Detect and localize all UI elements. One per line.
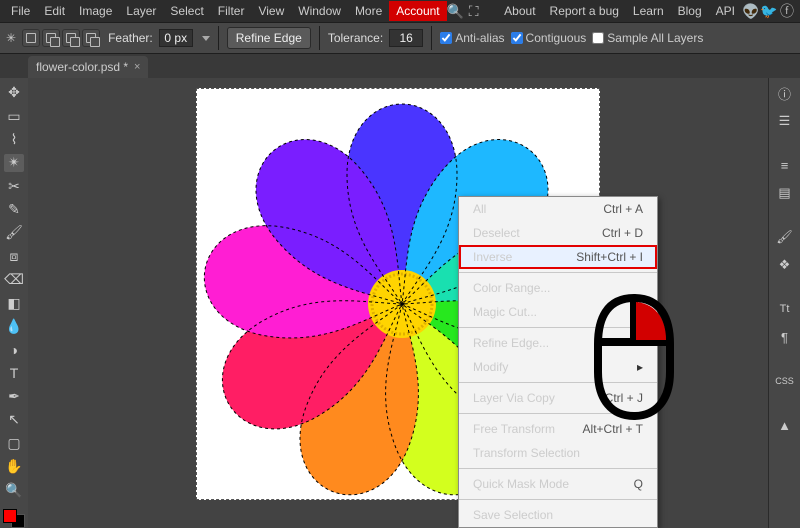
ctx-all[interactable]: AllCtrl + A [459,197,657,221]
type-icon[interactable]: Tt [775,300,795,318]
reddit-icon[interactable]: 👽 [742,3,760,20]
selmode-subtract-icon[interactable] [62,29,80,47]
adjust-icon[interactable]: ≡ [775,156,795,174]
info-icon[interactable]: ⓘ [775,84,795,102]
twitter-icon[interactable]: 🐦 [760,3,778,20]
selmode-intersect-icon[interactable] [82,29,100,47]
menu-select[interactable]: Select [163,1,210,21]
menu-image[interactable]: Image [72,1,119,21]
contiguous-check[interactable]: Contiguous [511,31,587,45]
menu-about[interactable]: About [497,1,542,21]
gradient-tool-icon[interactable]: ◧ [4,294,24,311]
layers-icon[interactable]: ❖ [775,256,795,274]
tab-document[interactable]: flower-color.psd * × [28,56,148,78]
feather-dropdown-icon[interactable] [202,36,210,41]
feather-input[interactable] [159,29,193,47]
menu-more[interactable]: More [348,1,389,21]
menu-bug[interactable]: Report a bug [543,1,626,21]
fg-color[interactable] [3,509,17,523]
brush-icon[interactable]: 🖌 [775,228,795,246]
menu-window[interactable]: Window [291,1,348,21]
document-tabs: flower-color.psd * × [0,54,800,78]
pen-tool-icon[interactable]: ✒ [4,388,24,405]
dodge-tool-icon[interactable]: ◑ [4,341,24,358]
search-icon[interactable]: 🔍 [447,3,465,20]
tool-palette: ✥ ▭ ⌇ ✴ ✂ ✎ 🖌 ⧈ ⌫ ◧ 💧 ◑ T ✒ ↖ ▢ ✋ 🔍 [0,78,28,528]
tolerance-label: Tolerance: [328,31,383,45]
tolerance-input[interactable] [389,29,423,47]
ctx-inverse[interactable]: InverseShift+Ctrl + I [459,245,657,269]
menu-api[interactable]: API [709,1,742,21]
ctx-deselect[interactable]: DeselectCtrl + D [459,221,657,245]
history-icon[interactable]: ☰ [775,112,795,130]
mouse-rightclick-icon [588,292,680,425]
swatches-icon[interactable]: ▤ [775,184,795,202]
menu-filter[interactable]: Filter [211,1,252,21]
color-swatch[interactable] [3,509,25,528]
close-tab-icon[interactable]: × [134,61,140,73]
move-tool-icon[interactable]: ✥ [4,84,24,101]
eyedropper-tool-icon[interactable]: ✎ [4,201,24,218]
picture-icon[interactable]: ▲ [775,416,795,434]
zoom-tool-icon[interactable]: 🔍 [4,481,24,498]
menu-bar: File Edit Image Layer Select Filter View… [0,0,800,22]
selmode-add-icon[interactable] [42,29,60,47]
menu-blog[interactable]: Blog [671,1,709,21]
right-panels: ⓘ ☰ ≡ ▤ 🖌 ❖ Tt ¶ CSS ▲ [768,78,800,528]
menu-learn[interactable]: Learn [626,1,671,21]
selmode-new-icon[interactable] [22,29,40,47]
menu-account[interactable]: Account [389,1,446,21]
anti-alias-check[interactable]: Anti-alias [440,31,504,45]
ctx-save-selection[interactable]: Save Selection [459,503,657,527]
blur-tool-icon[interactable]: 💧 [4,318,24,335]
options-bar: ✳ Feather: Refine Edge Tolerance: Anti-a… [0,22,800,54]
ctx-transform-selection[interactable]: Transform Selection [459,441,657,465]
path-tool-icon[interactable]: ↖ [4,411,24,428]
selection-modes [22,29,100,47]
wand-tool-icon[interactable]: ✴ [4,154,24,171]
brush-tool-icon[interactable]: 🖌 [4,224,24,241]
menu-edit[interactable]: Edit [37,1,72,21]
css-icon[interactable]: CSS [775,372,795,390]
type-tool-icon[interactable]: T [4,365,24,382]
marquee-tool-icon[interactable]: ▭ [4,107,24,124]
tab-title: flower-color.psd * [36,60,128,74]
hand-tool-icon[interactable]: ✋ [4,458,24,475]
lasso-tool-icon[interactable]: ⌇ [4,131,24,148]
ctx-quick-mask-mode[interactable]: Quick Mask ModeQ [459,472,657,496]
menu-file[interactable]: File [4,1,37,21]
stamp-tool-icon[interactable]: ⧈ [4,248,24,265]
facebook-icon[interactable]: ⓕ [778,1,796,21]
menu-view[interactable]: View [251,1,291,21]
sample-all-check[interactable]: Sample All Layers [592,31,703,45]
menu-layer[interactable]: Layer [119,1,163,21]
fullscreen-icon[interactable]: ⛶ [465,3,483,20]
feather-label: Feather: [108,31,153,45]
refine-edge-button[interactable]: Refine Edge [227,27,311,49]
eraser-tool-icon[interactable]: ⌫ [4,271,24,288]
shape-tool-icon[interactable]: ▢ [4,435,24,452]
magic-wand-tool-icon[interactable]: ✳ [6,31,16,45]
crop-tool-icon[interactable]: ✂ [4,178,24,195]
paragraph-icon[interactable]: ¶ [775,328,795,346]
